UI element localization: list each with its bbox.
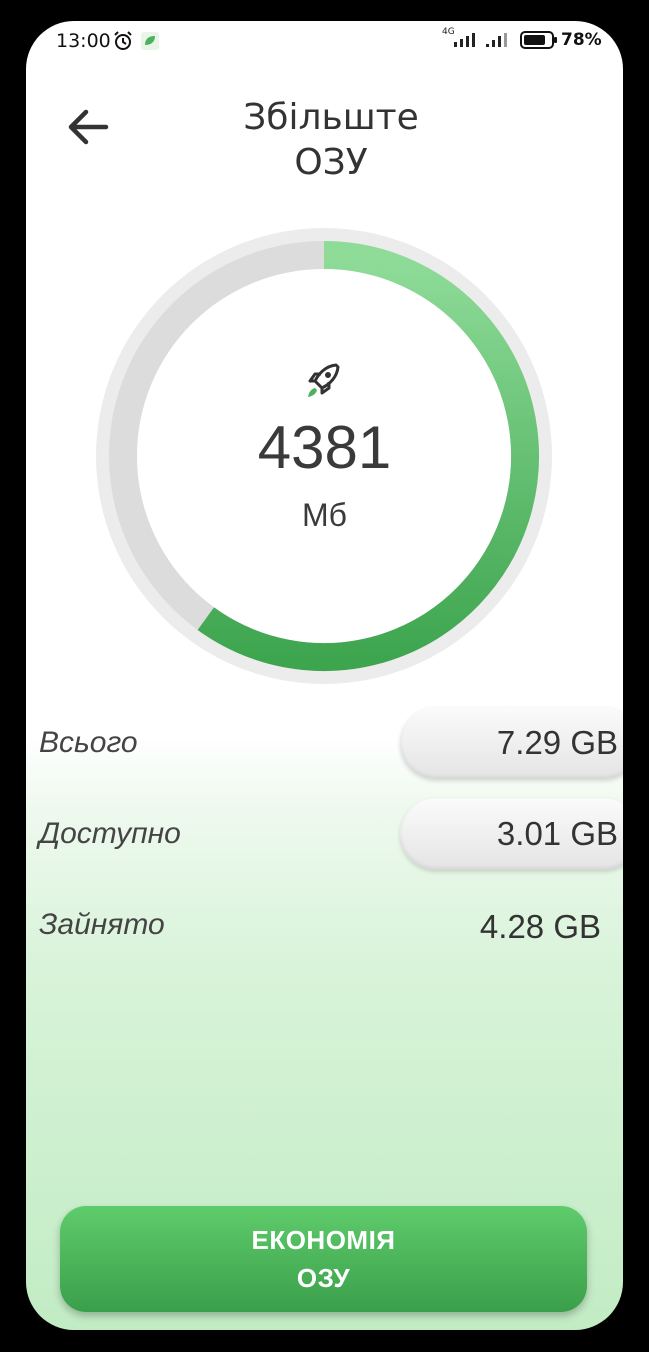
stat-label-total: Всього <box>39 726 138 759</box>
battery-level: 78% <box>561 30 602 50</box>
ram-cleanup-button-line1: ЕКОНОМІЯ <box>251 1225 396 1255</box>
screen: 13:00 4G 78% Збільште ОЗУ 4381 Мб Всього… <box>26 21 623 1330</box>
stat-pill-available: 3.01 GB <box>400 798 623 870</box>
ram-unit: Мб <box>302 497 347 533</box>
battery-icon <box>520 31 557 49</box>
stat-value-available: 3.01 GB <box>496 815 618 852</box>
alarm-icon <box>114 31 132 50</box>
page-title-line2: ОЗУ <box>294 142 368 183</box>
stat-label-used: Зайнято <box>39 908 165 941</box>
page-title: Збільште ОЗУ <box>176 95 486 185</box>
back-arrow-icon[interactable] <box>64 105 112 149</box>
ram-cleanup-button[interactable]: ЕКОНОМІЯ ОЗУ <box>60 1206 587 1312</box>
status-time: 13:00 <box>56 30 111 52</box>
page-title-line1: Збільште <box>243 97 419 138</box>
ram-cleanup-button-line2: ОЗУ <box>296 1263 351 1293</box>
stat-pill-total: 7.29 GB <box>400 707 623 779</box>
rocket-icon <box>308 363 340 397</box>
leaf-icon <box>141 32 159 50</box>
stat-label-available: Доступно <box>39 817 181 850</box>
status-bar: 13:00 4G 78% <box>26 21 623 61</box>
stat-value-total: 7.29 GB <box>496 724 618 761</box>
signal-icon <box>454 33 475 47</box>
ram-value: 4381 <box>257 414 392 481</box>
stat-value-used: 4.28 GB <box>479 908 601 945</box>
signal-icon <box>486 33 507 47</box>
